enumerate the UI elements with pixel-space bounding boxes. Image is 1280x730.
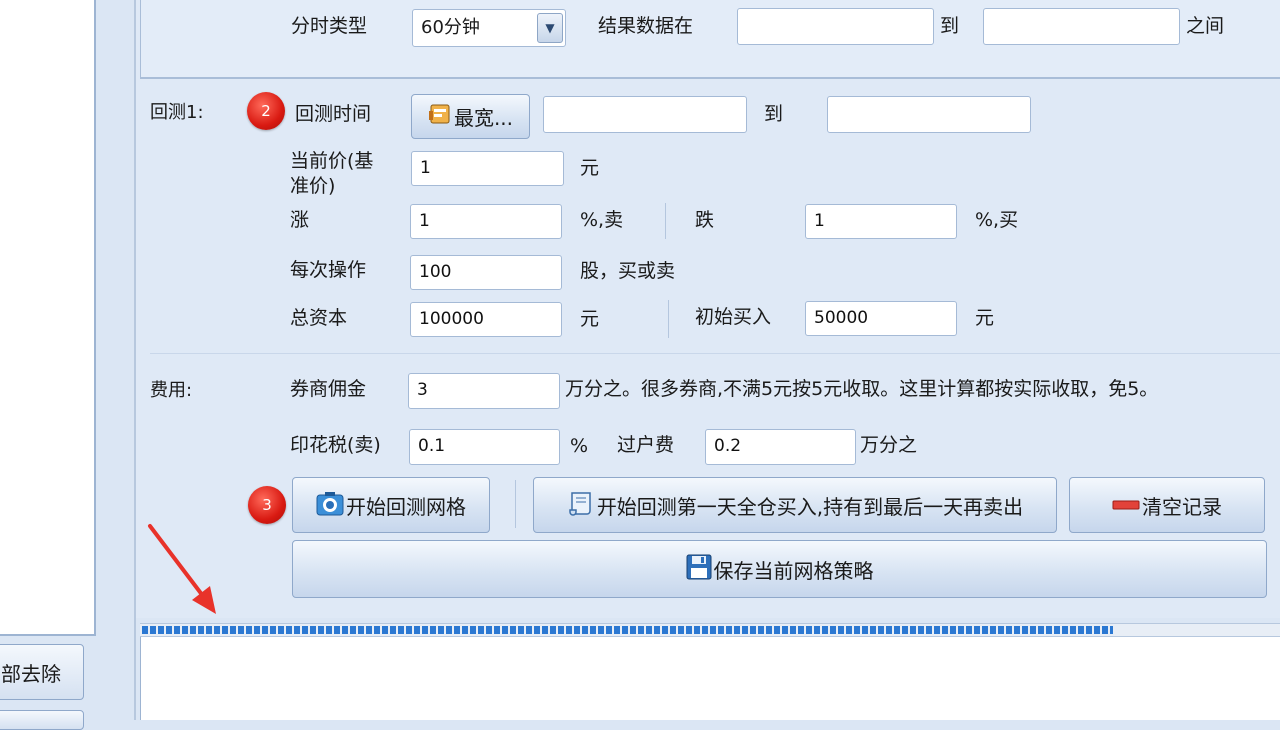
backtest-progress-bar (140, 623, 1280, 637)
backtest-to-label: 到 (764, 103, 784, 125)
per-trade-input[interactable]: 100 (410, 255, 562, 290)
result-to-input[interactable] (983, 8, 1180, 45)
fall-unit: %,买 (975, 209, 1019, 231)
start-grid-backtest-button[interactable]: 开始回测网格 (292, 477, 490, 533)
buy-and-hold-backtest-button[interactable]: 开始回测第一天全仓买入,持有到最后一天再卖出 (533, 477, 1057, 533)
separator (515, 480, 516, 528)
fees-section-label: 费用: (150, 380, 193, 401)
left-list-panel[interactable] (0, 0, 96, 636)
initial-buy-unit: 元 (975, 307, 995, 329)
step-3-badge: 3 (248, 486, 286, 524)
remove-all-label: 部去除 (1, 661, 61, 686)
result-log-area[interactable] (140, 637, 1280, 720)
separator (665, 203, 666, 239)
current-price-unit: 元 (580, 157, 600, 179)
stamp-tax-label: 印花税(卖) (290, 434, 381, 456)
remove-all-button[interactable]: 部去除 (0, 644, 84, 700)
stamp-tax-unit: % (570, 435, 589, 457)
initial-buy-input[interactable]: 50000 (805, 301, 957, 336)
left-secondary-button[interactable] (0, 710, 84, 730)
commission-label: 券商佣金 (290, 378, 367, 400)
progress-fill (142, 626, 1113, 634)
widest-range-label: 最宽... (453, 106, 514, 130)
chevron-down-icon[interactable]: ▼ (537, 13, 563, 43)
period-type-value: 60分钟 (421, 17, 480, 38)
total-capital-input[interactable]: 100000 (410, 302, 562, 337)
period-type-label: 分时类型 (291, 15, 368, 37)
backtest-to-input[interactable] (827, 96, 1031, 133)
current-price-label: 当前价(基 (290, 150, 374, 172)
backtest-section-label: 回测1: (150, 102, 204, 123)
backtest-time-label: 回测时间 (295, 103, 372, 125)
transfer-fee-input[interactable]: 0.2 (705, 429, 856, 465)
step-2-badge: 2 (247, 92, 285, 130)
total-capital-label: 总资本 (290, 307, 348, 329)
calendar-range-icon (428, 102, 452, 131)
result-from-input[interactable] (737, 8, 934, 45)
clear-records-button[interactable]: 清空记录 (1069, 477, 1265, 533)
separator (668, 300, 669, 338)
current-price-input[interactable]: 1 (411, 151, 564, 186)
buy-and-hold-label: 开始回测第一天全仓买入,持有到最后一天再卖出 (596, 494, 1024, 519)
camera-icon (316, 490, 344, 521)
result-data-label: 结果数据在 (598, 15, 694, 37)
result-to-label: 到 (940, 15, 960, 37)
clear-records-label: 清空记录 (1142, 494, 1222, 519)
scroll-icon (567, 490, 595, 521)
left-gap (96, 0, 134, 720)
transfer-fee-unit: 万分之 (860, 434, 918, 456)
minus-icon (1112, 493, 1140, 517)
save-grid-strategy-button[interactable]: 保存当前网格策略 (292, 540, 1267, 598)
section-divider (150, 353, 1280, 354)
fall-label: 跌 (695, 209, 715, 231)
between-label: 之间 (1186, 15, 1225, 37)
start-grid-backtest-label: 开始回测网格 (346, 494, 466, 519)
stamp-tax-input[interactable]: 0.1 (409, 429, 560, 465)
current-price-label-2: 准价) (290, 175, 336, 197)
annotation-arrow-icon (148, 524, 216, 614)
period-type-select[interactable]: 60分钟 ▼ (412, 9, 566, 47)
rise-input[interactable]: 1 (410, 204, 562, 239)
backtest-from-input[interactable] (543, 96, 747, 133)
per-trade-unit: 股，买或卖 (580, 260, 676, 282)
commission-input[interactable]: 3 (408, 373, 560, 409)
initial-buy-label: 初始买入 (695, 306, 772, 328)
fall-input[interactable]: 1 (805, 204, 957, 239)
rise-label: 涨 (290, 209, 310, 231)
widest-range-button[interactable]: 最宽... (411, 94, 530, 139)
commission-note: 万分之。很多券商,不满5元按5元收取。这里计算都按实际收取，免5。 (565, 378, 1159, 400)
per-trade-label: 每次操作 (290, 259, 367, 281)
transfer-fee-label: 过户费 (617, 434, 675, 456)
save-disk-icon (686, 554, 712, 585)
total-capital-unit: 元 (580, 308, 600, 330)
save-grid-strategy-label: 保存当前网格策略 (713, 558, 874, 583)
rise-unit: %,卖 (580, 209, 624, 231)
